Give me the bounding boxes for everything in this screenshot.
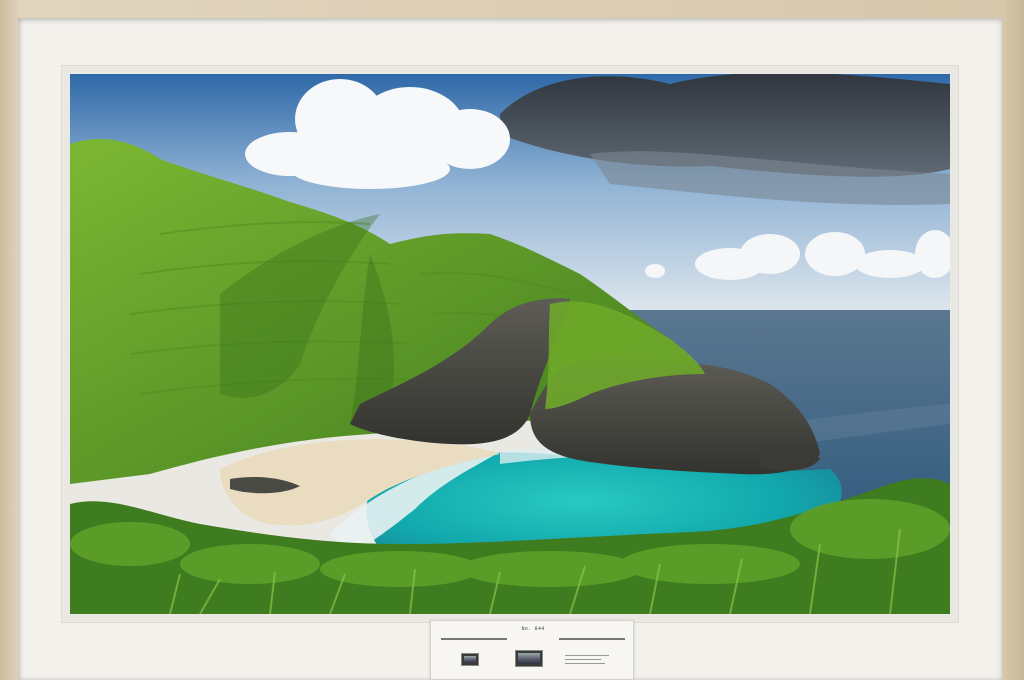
landscape-photo	[70, 74, 950, 614]
thumbnail-image	[461, 653, 479, 666]
caption-text-line	[565, 663, 605, 664]
caption-id: No. 844	[521, 626, 545, 632]
landscape-illustration	[70, 74, 950, 614]
caption-text-line	[565, 659, 601, 660]
caption-text-line	[565, 655, 609, 656]
museum-label-card: No. 844	[430, 620, 634, 680]
thumbnail-image	[515, 650, 543, 667]
caption-text-line	[441, 638, 507, 640]
caption-text-line	[559, 638, 625, 640]
